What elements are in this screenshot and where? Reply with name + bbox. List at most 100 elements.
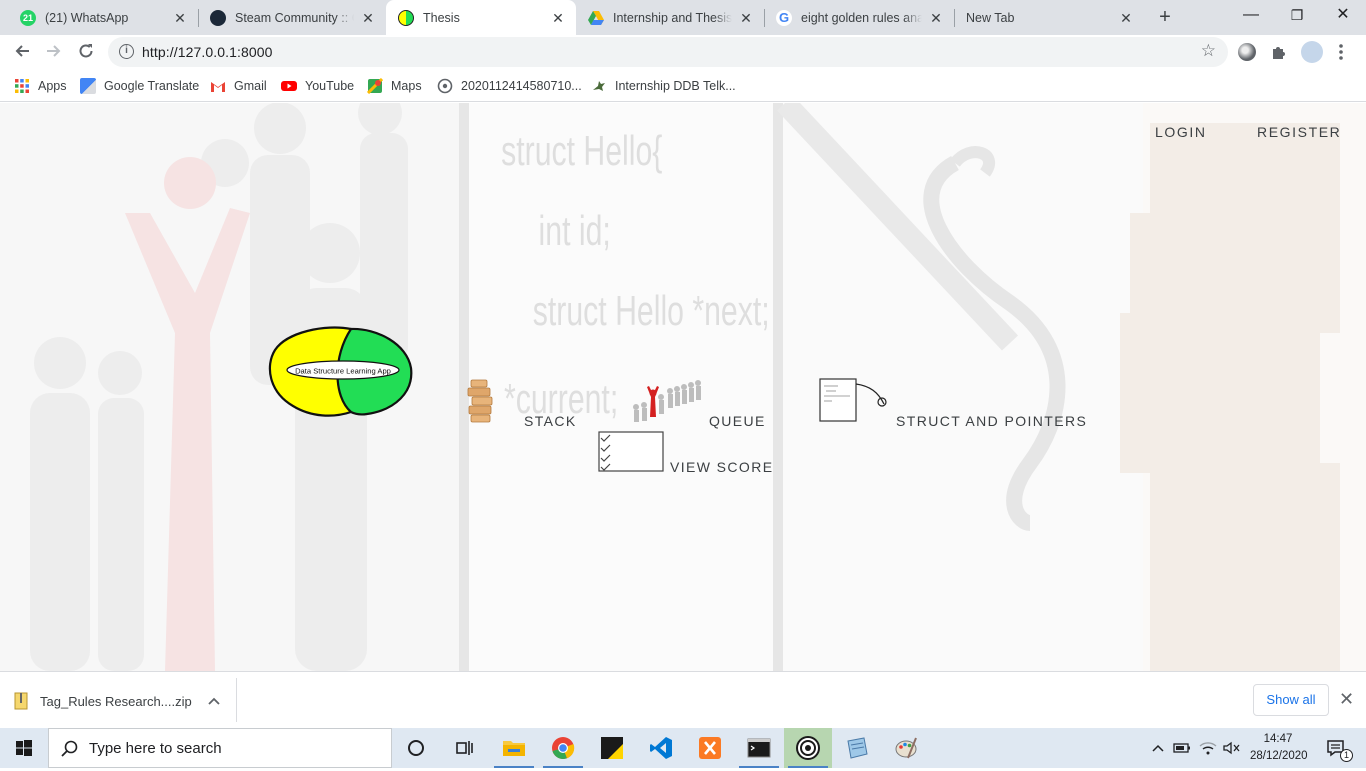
close-icon[interactable]: ✕	[550, 10, 566, 26]
taskbar-active-app[interactable]	[784, 728, 832, 768]
bookmark-label: Gmail	[234, 79, 267, 93]
taskbar-terminal[interactable]	[735, 728, 783, 768]
zip-file-icon	[14, 692, 28, 710]
view-score-link[interactable]: VIEW SCORE	[670, 459, 773, 475]
close-icon[interactable]: ✕	[172, 10, 188, 26]
download-bar: Tag_Rules Research....zip Show all ✕	[0, 671, 1366, 728]
task-view-button[interactable]	[440, 728, 488, 768]
bookmark-label: Internship DDB Telk...	[615, 79, 736, 93]
download-item[interactable]: Tag_Rules Research....zip	[14, 686, 220, 716]
start-button[interactable]	[0, 728, 48, 768]
google-drive-icon	[588, 10, 604, 26]
taskbar-xampp[interactable]	[686, 728, 734, 768]
download-divider	[236, 678, 237, 722]
steam-icon	[210, 9, 226, 26]
close-icon[interactable]: ✕	[738, 10, 754, 26]
taskbar-chrome[interactable]	[539, 728, 587, 768]
background-code-line: int id;	[539, 207, 611, 254]
bird-icon	[593, 81, 605, 91]
tab-google-search[interactable]: G eight golden rules analy ✕	[764, 0, 954, 35]
taskbar-notebook-app[interactable]	[833, 728, 881, 768]
bookmark-label: 2020112414580710...	[461, 79, 582, 93]
tab-thesis[interactable]: Thesis ✕	[386, 0, 576, 35]
restore-button[interactable]: ❐	[1274, 0, 1320, 32]
tab-steam[interactable]: Steam Community :: Gu ✕	[198, 0, 386, 35]
clock-date: 28/12/2020	[1250, 750, 1308, 762]
task-view-icon	[456, 741, 473, 755]
volume-muted-icon[interactable]	[1220, 728, 1242, 768]
close-icon[interactable]: ✕	[928, 10, 944, 26]
battery-icon[interactable]	[1171, 728, 1193, 768]
paint-palette-icon	[895, 737, 917, 759]
notification-center-button[interactable]: 1	[1318, 728, 1354, 768]
taskbar-search-box[interactable]: Type here to search	[48, 728, 392, 768]
taskbar-vscode[interactable]	[637, 728, 685, 768]
taskbar-clock[interactable]: 14:47 28/12/2020	[1250, 731, 1308, 765]
menu-kebab-icon[interactable]	[1338, 43, 1344, 61]
tab-title: New Tab	[966, 10, 1015, 25]
login-link[interactable]: LOGIN	[1155, 124, 1207, 140]
chevron-up-icon[interactable]	[208, 694, 220, 708]
windows-taskbar: Type here to search 14:47 28/12/2020 1	[0, 728, 1366, 768]
bookmark-maps[interactable]: Maps	[367, 76, 422, 96]
bookmark-internship[interactable]: Internship DDB Telk...	[591, 76, 736, 96]
bookmark-star-icon[interactable]: ☆	[1201, 41, 1216, 61]
tray-overflow-chevron-icon[interactable]	[1148, 728, 1168, 768]
app-logo[interactable]: Data Structure Learning App	[267, 326, 415, 420]
close-icon[interactable]: ✕	[360, 10, 376, 26]
forward-arrow-icon	[47, 45, 61, 57]
cortana-button[interactable]	[392, 728, 440, 768]
new-tab-button[interactable]: +	[1153, 6, 1177, 28]
tab-new-tab[interactable]: New Tab ✕	[954, 0, 1144, 35]
close-download-bar-icon[interactable]: ✕	[1339, 689, 1354, 710]
site-info-icon[interactable]: i	[119, 44, 134, 59]
stack-icon[interactable]	[462, 377, 498, 423]
reload-button[interactable]	[72, 39, 100, 67]
tab-drive[interactable]: Internship and Thesis Bo ✕	[576, 0, 764, 35]
struct-pointer-icon[interactable]	[818, 378, 890, 424]
register-link[interactable]: REGISTER	[1257, 124, 1341, 140]
bookmark-file[interactable]: 2020112414580710...	[437, 76, 582, 96]
spiral-app-icon	[796, 736, 820, 760]
bookmark-gmail[interactable]: Gmail	[210, 76, 267, 96]
background-code-line: struct Hello *next;	[533, 287, 770, 334]
apps-grid-icon	[15, 79, 29, 93]
url-text: http://127.0.0.1:8000	[142, 44, 273, 60]
bookmark-youtube[interactable]: YouTube	[281, 76, 354, 96]
tab-title: (21) WhatsApp	[45, 10, 129, 25]
bookmark-apps[interactable]: Apps	[14, 76, 67, 96]
extensions-puzzle-icon[interactable]	[1270, 43, 1288, 61]
vscode-icon	[650, 737, 672, 759]
show-all-button[interactable]: Show all	[1253, 684, 1329, 716]
cortana-circle-icon	[408, 740, 424, 756]
browser-toolbar: i http://127.0.0.1:8000 ☆	[0, 35, 1366, 70]
address-bar[interactable]: i http://127.0.0.1:8000 ☆	[108, 37, 1228, 67]
tab-title: Internship and Thesis Bo	[613, 10, 732, 25]
queue-link[interactable]: QUEUE	[709, 413, 766, 429]
profile-avatar[interactable]	[1301, 41, 1323, 63]
close-window-button[interactable]: ✕	[1320, 0, 1366, 32]
bookmark-label: YouTube	[305, 79, 355, 93]
bookmarks-bar: Apps Google Translate Gmail YouTube Maps…	[0, 70, 1366, 102]
bookmark-google-translate[interactable]: Google Translate	[80, 76, 199, 96]
logo-text: Data Structure Learning App	[295, 367, 391, 376]
back-button[interactable]	[8, 39, 36, 67]
forward-button[interactable]	[40, 39, 68, 67]
taskbar-file-explorer[interactable]	[490, 728, 538, 768]
thesis-logo-icon	[398, 9, 414, 26]
minimize-button[interactable]: —	[1228, 0, 1274, 32]
struct-pointers-link[interactable]: STRUCT AND POINTERS	[896, 413, 1087, 429]
taskbar-sticky-notes[interactable]	[588, 728, 636, 768]
youtube-icon	[281, 81, 297, 91]
queue-icon[interactable]	[628, 377, 704, 427]
whatsapp-icon: 21	[20, 9, 36, 26]
terminal-icon	[747, 738, 771, 758]
tab-whatsapp[interactable]: 21 (21) WhatsApp ✕	[8, 0, 198, 35]
score-checklist-icon[interactable]	[598, 431, 664, 473]
bookmark-label: Apps	[38, 79, 67, 93]
taskbar-paint[interactable]	[882, 728, 930, 768]
wifi-icon[interactable]	[1197, 728, 1219, 768]
close-icon[interactable]: ✕	[1118, 10, 1134, 26]
stack-link[interactable]: STACK	[524, 413, 577, 429]
extension-record-icon[interactable]	[1238, 43, 1256, 61]
